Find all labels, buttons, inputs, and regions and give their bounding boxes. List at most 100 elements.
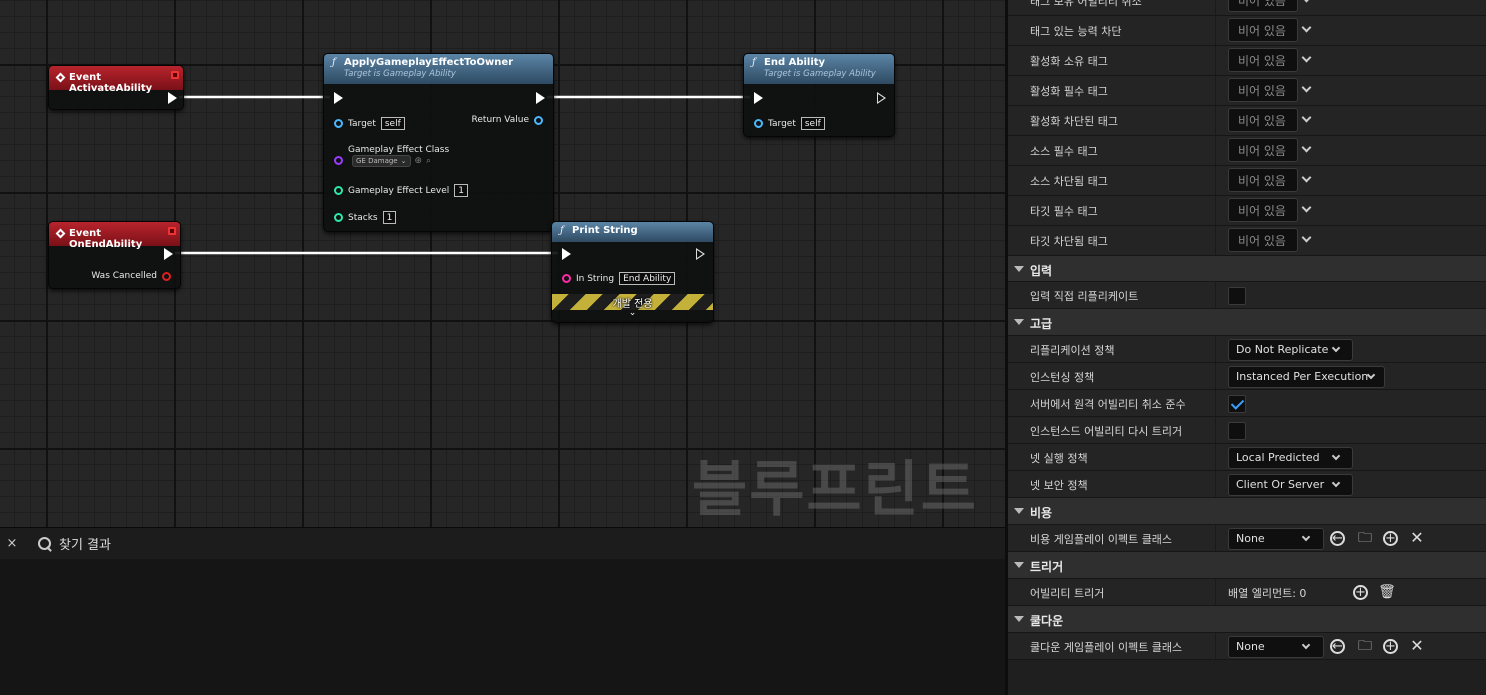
return-value-pin[interactable] xyxy=(534,115,543,125)
column-divider xyxy=(1215,390,1216,416)
chevron-down-icon[interactable] xyxy=(1301,22,1312,33)
server-respects-cancel-checkbox[interactable] xyxy=(1228,395,1246,413)
browse-icon[interactable]: ⌕ xyxy=(426,156,431,166)
tag-container-value[interactable]: 비어 있음 xyxy=(1228,18,1298,42)
property-label: 쿨다운 게임플레이 이펙트 클래스 xyxy=(1030,641,1183,654)
trash-icon[interactable]: 🗑 xyxy=(1378,583,1396,601)
exec-out-pin[interactable] xyxy=(168,92,177,104)
collapse-arrow-icon xyxy=(1014,616,1024,622)
instancing-policy-combo[interactable]: Instanced Per Execution xyxy=(1228,366,1385,388)
column-divider xyxy=(1215,525,1216,551)
cost-effect-class-combo[interactable]: None xyxy=(1228,528,1324,550)
use-selected-icon[interactable]: ⊕ xyxy=(415,156,423,166)
node-end-ability[interactable]: ƒ End Ability Target is Gameplay Ability… xyxy=(743,53,895,137)
level-value[interactable]: 1 xyxy=(454,184,468,197)
column-divider xyxy=(1215,196,1216,225)
browse-folder-icon[interactable]: 🗀 xyxy=(1356,529,1374,547)
add-element-icon[interactable]: + xyxy=(1353,585,1368,600)
event-graph[interactable]: Event ActivateAbility ƒ ApplyGameplayEff… xyxy=(0,0,1005,527)
property-row: 쿨다운 게임플레이 이펙트 클래스 None ← 🗀 + ✕ xyxy=(1008,633,1486,660)
clear-icon[interactable]: ✕ xyxy=(1408,637,1426,655)
net-execution-policy-combo[interactable]: Local Predicted xyxy=(1228,447,1353,469)
tag-container-value[interactable]: 비어 있음 xyxy=(1228,108,1298,132)
chevron-down-icon[interactable] xyxy=(1301,82,1312,93)
target-pin[interactable] xyxy=(754,119,763,128)
node-header: Event ActivateAbility xyxy=(49,66,183,94)
chevron-down-icon[interactable] xyxy=(1301,142,1312,153)
tag-container-value[interactable]: 비어 있음 xyxy=(1228,138,1298,162)
property-row: 리플리케이션 정책 Do Not Replicate xyxy=(1008,336,1486,363)
exec-in-pin[interactable] xyxy=(754,92,763,104)
chevron-down-icon[interactable] xyxy=(1301,172,1312,183)
column-divider xyxy=(1215,444,1216,470)
exec-in-pin[interactable] xyxy=(334,92,343,104)
chevron-down-icon[interactable] xyxy=(1301,112,1312,123)
stacks-pin[interactable] xyxy=(334,213,343,222)
property-row: 소스 차단됨 태그 비어 있음 xyxy=(1008,166,1486,196)
chevron-down-icon xyxy=(1331,343,1341,353)
pin-label: Gameplay Effect Level xyxy=(348,185,450,196)
exec-out-pin[interactable] xyxy=(696,248,705,260)
use-selected-asset-icon[interactable]: ← xyxy=(1330,531,1345,546)
gameplay-effect-class-pin[interactable] xyxy=(334,156,343,165)
in-string-value[interactable]: End Ability xyxy=(619,272,676,285)
category-trigger[interactable]: 트리거 xyxy=(1008,552,1486,579)
pin-label: Gameplay Effect Class xyxy=(348,144,450,155)
target-pin[interactable] xyxy=(334,119,343,128)
target-value[interactable]: self xyxy=(380,117,405,130)
property-row: 활성화 필수 태그 비어 있음 xyxy=(1008,76,1486,106)
clear-icon[interactable]: ✕ xyxy=(1408,529,1426,547)
property-label: 활성화 필수 태그 xyxy=(1030,85,1108,98)
tag-container-value[interactable]: 비어 있음 xyxy=(1228,228,1298,252)
delegate-pin[interactable] xyxy=(168,227,176,235)
target-value[interactable]: self xyxy=(800,117,825,130)
exec-in-pin[interactable] xyxy=(562,248,571,260)
column-divider xyxy=(1215,363,1216,389)
close-icon[interactable]: × xyxy=(1,536,23,551)
category-input[interactable]: 입력 xyxy=(1008,256,1486,282)
category-label: 입력 xyxy=(1030,264,1053,278)
node-header: ƒ Print String xyxy=(552,222,713,242)
property-row: 소스 필수 태그 비어 있음 xyxy=(1008,136,1486,166)
chevron-down-icon[interactable] xyxy=(1301,52,1312,63)
column-divider xyxy=(1215,166,1216,195)
delegate-pin[interactable] xyxy=(171,71,179,79)
replicate-input-checkbox[interactable] xyxy=(1228,287,1246,305)
tag-container-value[interactable]: 비어 있음 xyxy=(1228,198,1298,222)
category-cooldown[interactable]: 쿨다운 xyxy=(1008,606,1486,633)
category-cost[interactable]: 비용 xyxy=(1008,498,1486,525)
node-print-string[interactable]: ƒ Print String In String End Ability 개발 … xyxy=(551,221,714,323)
chevron-down-icon[interactable] xyxy=(1301,202,1312,213)
stacks-value[interactable]: 1 xyxy=(382,211,397,224)
add-icon[interactable]: + xyxy=(1383,531,1398,546)
property-label: 타깃 차단됨 태그 xyxy=(1030,235,1108,248)
column-divider xyxy=(1215,46,1216,75)
retrigger-instanced-checkbox[interactable] xyxy=(1228,422,1246,440)
node-event-on-end-ability[interactable]: Event OnEndAbility Was Cancelled xyxy=(48,221,181,289)
chevron-down-icon[interactable] xyxy=(1301,0,1312,3)
property-row: 활성화 소유 태그 비어 있음 xyxy=(1008,46,1486,76)
chevron-down-icon[interactable] xyxy=(1301,232,1312,243)
net-security-policy-combo[interactable]: Client Or Server xyxy=(1228,474,1353,496)
property-label: 타깃 필수 태그 xyxy=(1030,205,1098,218)
tag-container-value[interactable]: 비어 있음 xyxy=(1228,0,1298,12)
tag-container-value[interactable]: 비어 있음 xyxy=(1228,48,1298,72)
exec-out-pin[interactable] xyxy=(536,92,545,104)
cooldown-effect-class-combo[interactable]: None xyxy=(1228,636,1324,658)
category-advanced[interactable]: 고급 xyxy=(1008,309,1486,336)
tag-container-value[interactable]: 비어 있음 xyxy=(1228,78,1298,102)
browse-folder-icon[interactable]: 🗀 xyxy=(1356,637,1374,655)
use-selected-asset-icon[interactable]: ← xyxy=(1330,639,1345,654)
expand-chevron-icon[interactable]: ⌄ xyxy=(552,308,713,318)
add-icon[interactable]: + xyxy=(1383,639,1398,654)
exec-out-pin[interactable] xyxy=(164,248,173,260)
replication-policy-combo[interactable]: Do Not Replicate xyxy=(1228,339,1353,361)
tag-container-value[interactable]: 비어 있음 xyxy=(1228,168,1298,192)
in-string-pin[interactable] xyxy=(562,274,571,283)
was-cancelled-pin[interactable] xyxy=(162,271,171,281)
exec-out-pin[interactable] xyxy=(877,92,886,104)
level-pin[interactable] xyxy=(334,186,343,195)
gameplay-effect-class-select[interactable]: GE Damage ⌄ xyxy=(352,155,411,167)
node-apply-gameplay-effect-to-owner[interactable]: ƒ ApplyGameplayEffectToOwner Target is G… xyxy=(323,53,554,232)
node-event-activate-ability[interactable]: Event ActivateAbility xyxy=(48,65,184,110)
